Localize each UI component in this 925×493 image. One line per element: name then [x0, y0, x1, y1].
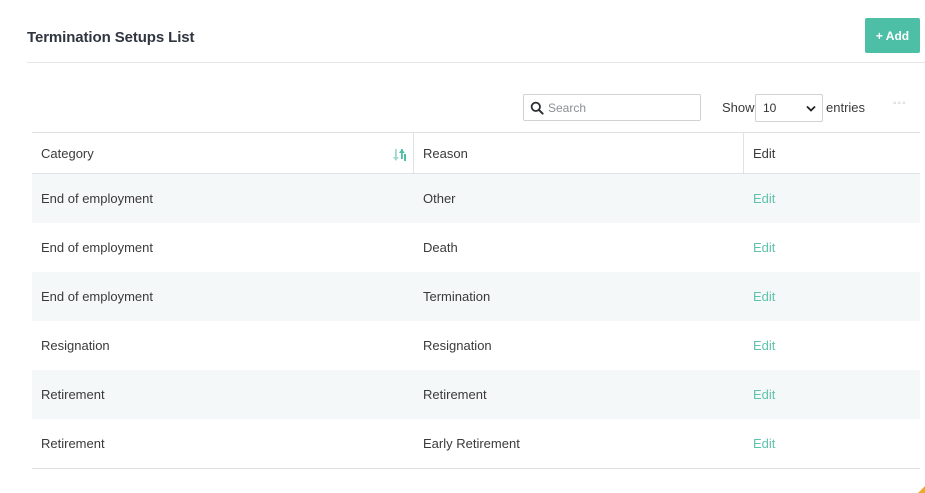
cell-edit: Edit — [744, 436, 920, 451]
sort-icon[interactable] — [393, 148, 407, 162]
cell-reason: Termination — [423, 289, 491, 304]
cell-category: Retirement — [41, 387, 105, 402]
title-divider — [27, 62, 925, 63]
cell-reason: Resignation — [423, 338, 492, 353]
cell-reason: Retirement — [423, 387, 487, 402]
table-row: End of employment Other Edit — [32, 174, 920, 223]
entries-value: 10 — [763, 101, 777, 115]
cell-edit: Edit — [744, 240, 920, 255]
show-label: Show — [722, 100, 755, 115]
edit-link[interactable]: Edit — [753, 289, 775, 304]
cell-edit: Edit — [744, 338, 920, 353]
cell-category: End of employment — [41, 191, 154, 206]
cell-category: Retirement — [41, 436, 105, 451]
cell-edit: Edit — [744, 387, 920, 402]
cell-edit: Edit — [744, 289, 920, 304]
chevron-down-icon — [806, 105, 816, 112]
edit-link[interactable]: Edit — [753, 191, 775, 206]
cell-reason: Death — [423, 240, 458, 255]
more-options-icon[interactable]: ◦◦◦ — [893, 98, 907, 109]
cell-reason: Early Retirement — [423, 436, 520, 451]
corner-decoration — [918, 486, 925, 493]
edit-link[interactable]: Edit — [753, 240, 775, 255]
page-title: Termination Setups List — [27, 29, 195, 46]
table-row: End of employment Death Edit — [32, 223, 920, 272]
table-row: Resignation Resignation Edit — [32, 321, 920, 370]
add-button[interactable]: + Add — [865, 18, 920, 53]
cell-edit: Edit — [744, 191, 920, 206]
header-category-label: Category — [41, 145, 94, 161]
cell-category: End of employment — [41, 240, 154, 255]
table-header: Category Reason Edit — [32, 133, 920, 174]
edit-link[interactable]: Edit — [753, 436, 775, 451]
search-input[interactable] — [548, 100, 688, 115]
table-row: Retirement Retirement Edit — [32, 370, 920, 419]
header-reason[interactable]: Reason — [414, 133, 744, 173]
edit-link[interactable]: Edit — [753, 387, 775, 402]
cell-reason: Other — [423, 191, 456, 206]
table-row: Retirement Early Retirement Edit — [32, 419, 920, 468]
table-bottom-border — [32, 468, 920, 469]
search-icon — [530, 101, 544, 115]
cell-category: Resignation — [41, 338, 110, 353]
entries-select[interactable]: 10 — [755, 94, 823, 122]
search-box[interactable] — [523, 94, 701, 121]
data-table: Category Reason Edit End of employment O… — [32, 132, 920, 469]
header-category[interactable]: Category — [32, 133, 414, 173]
header-edit: Edit — [753, 145, 776, 161]
cell-category: End of employment — [41, 289, 154, 304]
table-row: End of employment Termination Edit — [32, 272, 920, 321]
entries-label: entries — [826, 100, 866, 115]
edit-link[interactable]: Edit — [753, 338, 775, 353]
